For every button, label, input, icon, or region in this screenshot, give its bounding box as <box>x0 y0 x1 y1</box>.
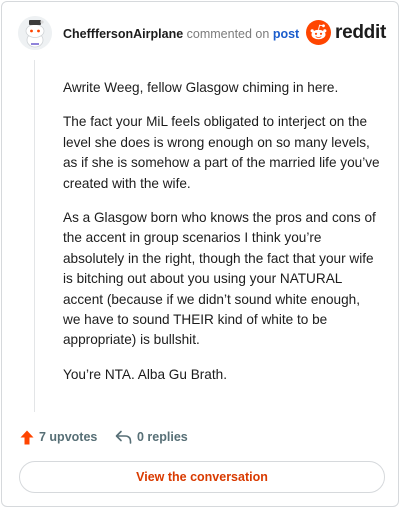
reddit-logo[interactable]: reddit <box>306 20 386 46</box>
upvotes-action[interactable]: 7 upvotes <box>20 427 97 447</box>
reddit-wordmark: reddit <box>335 22 386 43</box>
replies-action[interactable]: 0 replies <box>115 427 188 447</box>
replies-count: 0 replies <box>137 430 188 444</box>
comment-paragraph: As a Glasgow born who knows the pros and… <box>63 210 376 348</box>
comment-card: ChefffersonAirplane commented on post re… <box>1 1 399 507</box>
view-conversation-button[interactable]: View the conversation <box>19 461 385 493</box>
snoo-avatar-icon <box>18 16 52 50</box>
comment-paragraph: The fact your MiL feels obligated to int… <box>63 114 380 191</box>
comment-paragraph: Awrite Weeg, fellow Glasgow chiming in h… <box>63 80 339 95</box>
author-name[interactable]: ChefffersonAirplane <box>63 27 183 41</box>
commented-on-text: commented on <box>186 27 270 41</box>
comment-actions: 7 upvotes 0 replies <box>20 427 320 447</box>
comment-body: Awrite Weeg, fellow Glasgow chiming in h… <box>63 78 381 399</box>
comment-paragraph: You’re NTA. Alba Gu Brath. <box>63 366 227 382</box>
comment-header: ChefffersonAirplane commented on post re… <box>18 16 386 52</box>
author-line: ChefffersonAirplane commented on post <box>63 27 299 41</box>
avatar[interactable] <box>18 16 52 50</box>
upvotes-count: 7 upvotes <box>39 430 98 444</box>
reply-arrow-icon <box>115 430 132 444</box>
post-link[interactable]: post <box>273 27 299 41</box>
reddit-logo-icon <box>306 20 331 45</box>
thread-line <box>34 60 35 412</box>
upvote-arrow-icon <box>20 430 34 444</box>
